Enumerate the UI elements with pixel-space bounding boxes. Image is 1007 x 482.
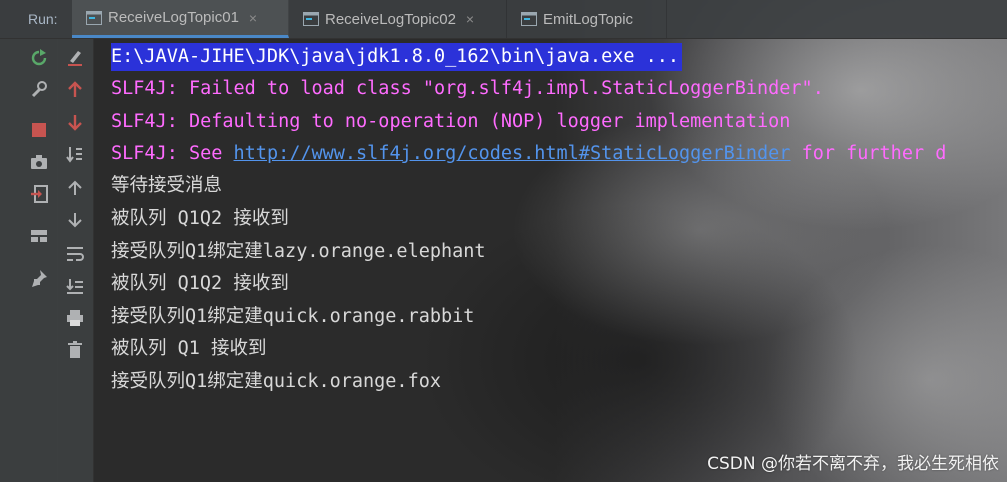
stop-icon[interactable] — [29, 120, 49, 140]
exit-icon[interactable] — [29, 184, 49, 204]
tab-label: EmitLogTopic — [543, 10, 634, 28]
log-line: SLF4J: Failed to load class "org.slf4j.i… — [111, 78, 824, 99]
print-icon[interactable] — [65, 308, 85, 328]
trash-icon[interactable] — [65, 340, 85, 360]
csdn-watermark: CSDN @你若不离不弃，我必生死相依 — [707, 454, 999, 474]
log-text: SLF4J: See — [111, 143, 234, 164]
run-window: Run: ReceiveLogTopic01 × ReceiveLogTopic… — [0, 0, 1007, 482]
close-icon[interactable]: × — [466, 11, 474, 27]
run-label: Run: — [28, 11, 58, 27]
console-output[interactable]: E:\JAVA-JIHE\JDK\java\jdk1.8.0_162\bin\j… — [94, 38, 1007, 482]
console-app-icon — [521, 12, 537, 26]
console-app-icon — [86, 10, 102, 25]
run-toolbar-secondary — [57, 38, 94, 482]
scroll-down-icon[interactable] — [65, 210, 85, 230]
tab-label: ReceiveLogTopic01 — [108, 9, 239, 26]
log-line: 接受队列Q1绑定建quick.orange.fox — [111, 371, 441, 392]
tab-receivelogtopic02[interactable]: ReceiveLogTopic02 × — [289, 0, 507, 38]
log-text: for further d — [790, 143, 947, 164]
run-toolbar-primary — [21, 38, 58, 482]
wrench-icon[interactable] — [29, 80, 49, 100]
soft-wrap-icon[interactable] — [65, 244, 85, 264]
up-arrow-icon[interactable] — [65, 80, 85, 100]
camera-icon[interactable] — [29, 152, 49, 172]
console-app-icon — [303, 12, 319, 26]
run-tab-bar: Run: ReceiveLogTopic01 × ReceiveLogTopic… — [0, 0, 1007, 39]
close-icon[interactable]: × — [249, 10, 257, 26]
log-line: SLF4J: Defaulting to no-operation (NOP) … — [111, 111, 791, 132]
log-line: 被队列 Q1Q2 接收到 — [111, 273, 289, 294]
log-line: 接受队列Q1绑定建lazy.orange.elephant — [111, 241, 486, 262]
log-line: 接受队列Q1绑定建quick.orange.rabbit — [111, 306, 475, 327]
pin-icon[interactable] — [29, 268, 49, 288]
log-line: SLF4J: See http://www.slf4j.org/codes.ht… — [111, 140, 946, 168]
log-line: 等待接受消息 — [111, 175, 223, 196]
tab-label: ReceiveLogTopic02 — [325, 10, 456, 28]
scroll-to-end-icon[interactable] — [65, 276, 85, 296]
tab-emitlogtopic[interactable]: EmitLogTopic — [507, 0, 667, 38]
rerun-icon[interactable] — [29, 48, 49, 68]
sort-icon[interactable] — [65, 144, 85, 164]
command-line: E:\JAVA-JIHE\JDK\java\jdk1.8.0_162\bin\j… — [111, 43, 683, 71]
layout-icon[interactable] — [29, 226, 49, 246]
clear-icon[interactable] — [65, 48, 85, 68]
tab-receivelogtopic01[interactable]: ReceiveLogTopic01 × — [72, 0, 289, 38]
scroll-up-icon[interactable] — [65, 178, 85, 198]
left-margin — [0, 38, 21, 482]
log-line: 被队列 Q1 接收到 — [111, 338, 267, 359]
down-arrow-icon[interactable] — [65, 112, 85, 132]
slf4j-link[interactable]: http://www.slf4j.org/codes.html#StaticLo… — [234, 143, 791, 164]
log-line: 被队列 Q1Q2 接收到 — [111, 208, 289, 229]
